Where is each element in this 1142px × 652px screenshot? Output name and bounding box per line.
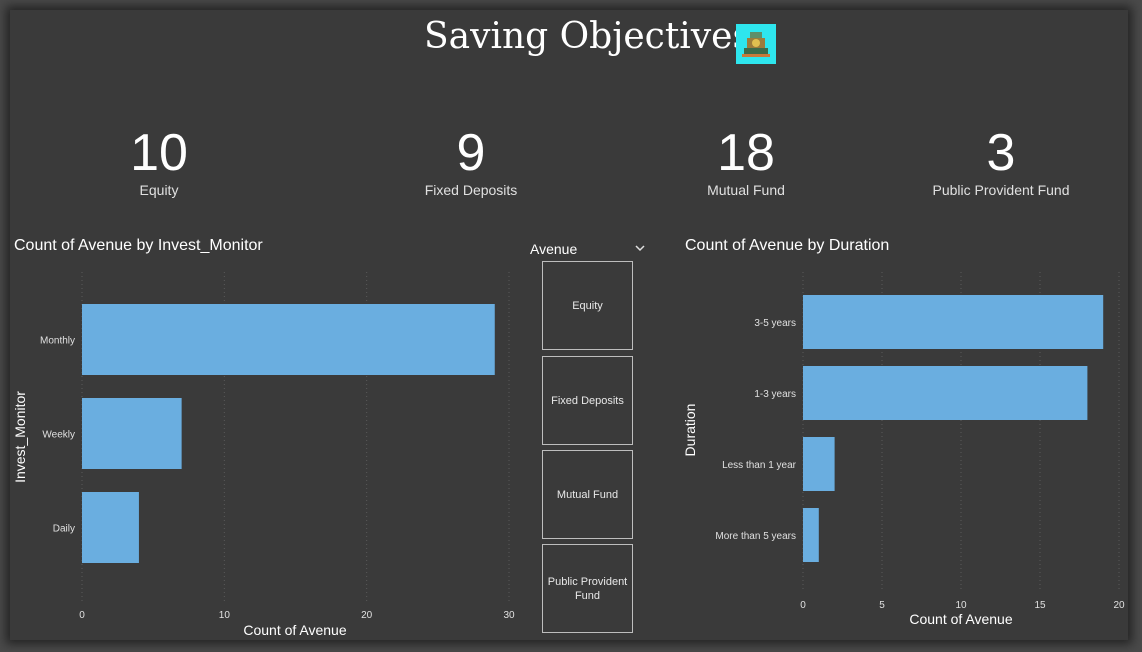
slicer-option-mutual-fund[interactable]: Mutual Fund [542,450,633,539]
kpi-value: 3 [986,124,1016,182]
kpi-label: Mutual Fund [707,182,785,198]
bar-weekly [82,398,182,469]
x-tick-label: 30 [503,610,515,621]
y-category-label: 3-5 years [754,318,796,329]
slicer-option-equity[interactable]: Equity [542,261,633,350]
kpi-value: 9 [456,124,486,182]
x-axis-title: Count of Avenue [909,611,1012,627]
x-tick-label: 10 [219,610,231,621]
x-tick-label: 10 [955,600,967,611]
chart-duration[interactable]: 0 5 10 15 20 3-5 years 1-3 years Less than 1 ye… [680,262,1130,637]
avenue-slicer-header[interactable]: Avenue [530,240,648,260]
chart-title-invest-monitor: Count of Avenue by Invest_Monitor [14,237,263,254]
bar-monthly [82,304,495,375]
bar-more-than-5-years [803,508,819,562]
x-axis-title: Count of Avenue [243,622,346,638]
bar-3-5-years [803,295,1104,349]
chart-title-duration: Count of Avenue by Duration [685,237,890,254]
kpi-value: 10 [130,124,188,182]
bar-daily [82,492,139,563]
y-category-label: Weekly [42,430,75,441]
x-tick-label: 5 [879,600,885,611]
chevron-down-icon[interactable] [632,240,648,256]
kpi-card-fixed-deposits: 9 Fixed Deposits [341,124,601,198]
kpi-label: Fixed Deposits [424,182,518,198]
page-title: Saving Objectives [424,16,751,57]
kpi-card-mutual-fund: 18 Mutual Fund [616,124,876,198]
slicer-option-public-provident-fund[interactable]: Public Provident Fund [542,544,633,633]
y-axis-title: Duration [682,404,698,457]
x-tick-label: 20 [1113,600,1125,611]
kpi-value: 18 [717,124,775,182]
y-category-label: 1-3 years [754,389,796,400]
slicer-option-fixed-deposits[interactable]: Fixed Deposits [542,356,633,445]
kpi-card-public-provident-fund: 3 Public Provident Fund [871,124,1131,198]
bar-1-3-years [803,366,1088,420]
y-category-label: More than 5 years [715,531,796,542]
x-tick-label: 0 [800,600,806,611]
y-axis-title: Invest_Monitor [12,391,28,483]
kpi-label: Equity [139,182,179,198]
x-tick-label: 0 [79,610,85,621]
chart-invest-monitor[interactable]: 0 10 20 30 Monthly Weekly Daily Count of Avenue… [10,262,530,642]
y-category-label: Less than 1 year [722,460,797,471]
x-tick-label: 15 [1034,600,1046,611]
kpi-card-equity: 10 Equity [29,124,289,198]
bar-less-than-1-year [803,437,835,491]
x-tick-label: 20 [361,610,373,621]
slicer-title: Avenue [530,241,578,257]
investment-logo-icon [736,24,776,64]
kpi-label: Public Provident Fund [932,182,1070,198]
y-category-label: Daily [53,524,75,535]
y-category-label: Monthly [40,336,75,347]
